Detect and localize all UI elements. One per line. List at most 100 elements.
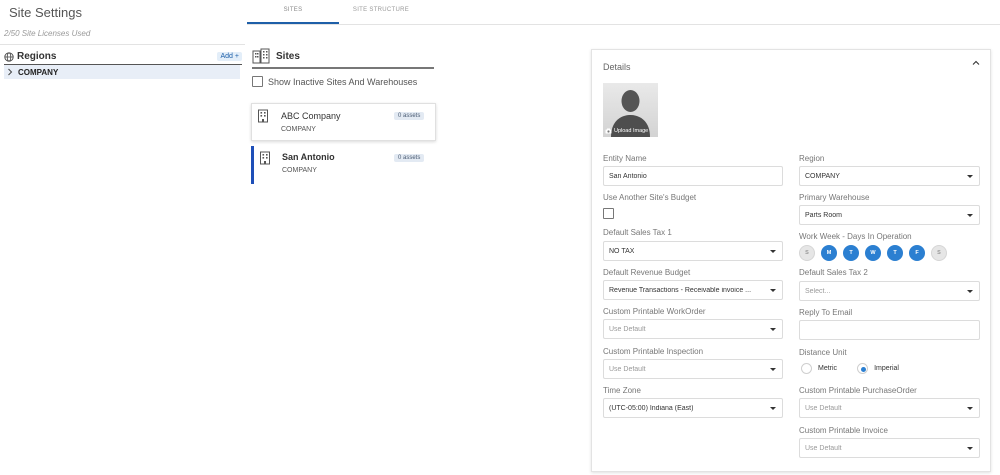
use-budget-label: Use Another Site's Budget [603,193,697,202]
region-label: Region [799,154,825,163]
timezone-select[interactable]: (UTC-05:00) Indiana (East) [603,398,783,418]
collapse-button[interactable] [972,58,980,68]
camera-icon [605,128,612,134]
day-wednesday-toggle[interactable]: W [865,245,881,261]
printable-invoice-value: Use Default [805,444,842,452]
add-region-label: Add [220,53,233,60]
show-inactive-checkbox[interactable] [252,76,263,87]
page-title: Site Settings [9,5,82,20]
entity-name-input[interactable]: San Antonio [603,166,783,186]
revenue-budget-value: Revenue Transactions - Receivable invoic… [609,286,752,294]
sales-tax2-placeholder: Select... [805,287,831,295]
printable-wo-select[interactable]: Use Default [603,319,783,339]
primary-warehouse-value: Parts Room [805,211,842,219]
show-inactive-toggle[interactable]: Show Inactive Sites And Warehouses [252,76,417,87]
sales-tax1-value: NO TAX [609,247,635,255]
day-monday-toggle[interactable]: M [821,245,837,261]
caret-down-icon [967,447,973,450]
timezone-label: Time Zone [603,386,641,395]
details-title: Details [603,62,631,72]
buildings-icon [252,48,270,64]
distance-unit-label: Distance Unit [799,348,847,357]
printable-wo-value: Use Default [609,325,646,333]
regions-title: Regions [4,51,56,62]
printable-insp-label: Custom Printable Inspection [603,347,704,356]
caret-down-icon [967,290,973,293]
entity-name-label: Entity Name [603,154,647,163]
primary-warehouse-label: Primary Warehouse [799,193,870,202]
caret-down-icon [770,407,776,410]
imperial-label: Imperial [874,365,899,372]
revenue-budget-select[interactable]: Revenue Transactions - Receivable invoic… [603,280,783,300]
day-tuesday-toggle[interactable]: T [843,245,859,261]
workweek-label: Work Week - Days In Operation [799,232,912,241]
regions-header: Regions Add + [4,49,242,64]
add-region-button[interactable]: Add + [217,52,242,61]
sites-title: Sites [276,50,300,62]
caret-down-icon [967,214,973,217]
printable-insp-select[interactable]: Use Default [603,359,783,379]
asset-count-badge: 0 assets [394,154,425,162]
region-item-label: COMPANY [18,67,59,77]
building-icon [258,109,268,123]
metric-radio[interactable] [801,363,812,374]
divider [0,44,245,45]
license-usage: 2/50 Site Licenses Used [4,29,91,38]
printable-po-label: Custom Printable PurchaseOrder [799,386,917,395]
printable-insp-value: Use Default [609,365,646,373]
sales-tax1-select[interactable]: NO TAX [603,241,783,261]
use-budget-checkbox[interactable] [603,208,614,219]
tab-sites[interactable]: SITES [247,7,339,13]
primary-warehouse-select[interactable]: Parts Room [799,205,980,225]
printable-invoice-select[interactable]: Use Default [799,438,980,458]
day-friday-toggle[interactable]: F [909,245,925,261]
region-item[interactable]: COMPANY [4,65,240,79]
globe-icon [4,51,14,62]
caret-down-icon [770,368,776,371]
upload-image-button[interactable]: Upload Image [605,128,648,134]
site-image-upload[interactable]: Upload Image [603,83,658,137]
workweek-days: S M T W T F S [799,245,953,261]
reply-email-label: Reply To Email [799,308,853,317]
printable-po-select[interactable]: Use Default [799,398,980,418]
day-sunday-toggle[interactable]: S [799,245,815,261]
timezone-value: (UTC-05:00) Indiana (East) [609,404,694,412]
imperial-radio[interactable] [857,363,869,374]
region-select[interactable]: COMPANY [799,166,980,186]
site-region: COMPANY [282,167,317,174]
chevron-right-icon[interactable] [7,68,13,76]
day-saturday-toggle[interactable]: S [931,245,947,261]
printable-invoice-label: Custom Printable Invoice [799,426,888,435]
site-card-san-antonio[interactable]: San Antonio COMPANY 0 assets [251,146,436,184]
caret-down-icon [967,175,973,178]
printable-wo-label: Custom Printable WorkOrder [603,307,706,316]
distance-unit-radios: Metric Imperial [801,363,899,374]
caret-down-icon [770,328,776,331]
day-thursday-toggle[interactable]: T [887,245,903,261]
caret-down-icon [967,407,973,410]
revenue-budget-label: Default Revenue Budget [603,268,691,277]
building-icon [260,151,270,165]
printable-po-value: Use Default [805,404,842,412]
reply-email-input[interactable] [799,320,980,340]
region-value: COMPANY [805,172,840,180]
regions-title-label: Regions [17,51,57,62]
sites-underline [252,67,434,69]
metric-label: Metric [818,365,838,372]
caret-down-icon [770,250,776,253]
asset-count-badge: 0 assets [394,112,425,120]
site-region: COMPANY [281,126,316,133]
tab-divider [247,24,1000,25]
site-card-abc-company[interactable]: ABC Company COMPANY 0 assets [251,103,436,141]
site-name: San Antonio [282,152,335,162]
sites-header: Sites [252,48,300,64]
show-inactive-label: Show Inactive Sites And Warehouses [268,76,418,87]
sales-tax2-label: Default Sales Tax 2 [799,268,868,277]
chevron-up-icon[interactable] [972,60,980,66]
upload-image-label: Upload Image [614,128,649,134]
tab-site-structure[interactable]: SITE STRUCTURE [340,7,422,13]
caret-down-icon [770,289,776,292]
sales-tax1-label: Default Sales Tax 1 [603,228,672,237]
site-name: ABC Company [281,111,341,121]
sales-tax2-select[interactable]: Select... [799,281,980,301]
